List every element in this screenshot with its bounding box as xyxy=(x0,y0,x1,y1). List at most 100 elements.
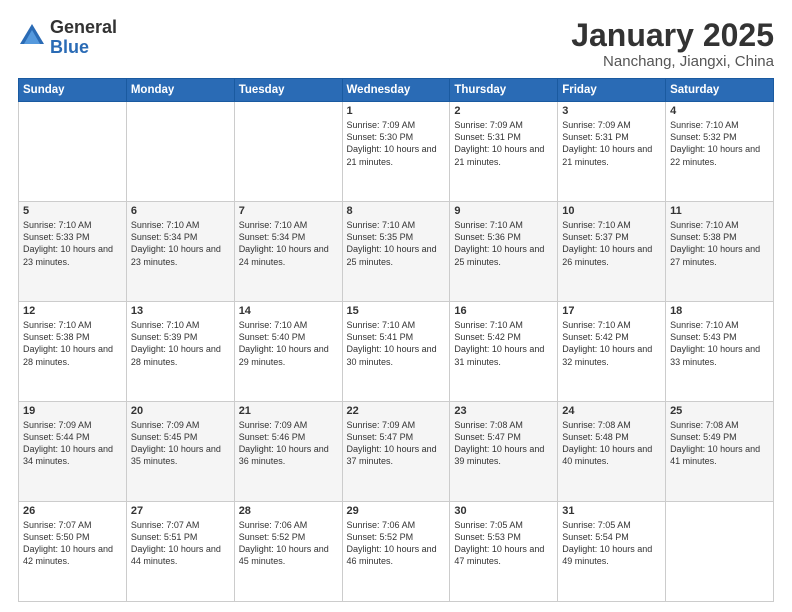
day-cell: 5Sunrise: 7:10 AM Sunset: 5:33 PM Daylig… xyxy=(19,202,127,302)
day-cell: 3 Sunrise: 7:09 AM Sunset: 5:31 PM Daylig… xyxy=(558,102,666,202)
day-cell: 9 Sunrise: 7:10 AM Sunset: 5:36 PM Daylig… xyxy=(450,202,558,302)
day-detail: Sunrise: 7:10 AM Sunset: 5:34 PM Dayligh… xyxy=(239,219,338,268)
logo-general: General xyxy=(50,18,117,38)
day-cell: 1Sunrise: 7:09 AM Sunset: 5:30 PM Daylig… xyxy=(342,102,450,202)
day-cell: 19 Sunrise: 7:09 AM Sunset: 5:44 PM Dayli… xyxy=(19,402,127,502)
day-number: 6 xyxy=(131,205,230,217)
day-cell: 23Sunrise: 7:08 AM Sunset: 5:47 PM Dayli… xyxy=(450,402,558,502)
day-number: 3 xyxy=(562,105,661,117)
th-thursday: Thursday xyxy=(450,79,558,102)
calendar-table: Sunday Monday Tuesday Wednesday Thursday… xyxy=(18,78,774,602)
day-detail: Sunrise: 7:10 AM Sunset: 5:34 PM Dayligh… xyxy=(131,219,230,268)
day-cell: 24 Sunrise: 7:08 AM Sunset: 5:48 PM Dayli… xyxy=(558,402,666,502)
day-number: 27 xyxy=(131,505,230,517)
th-monday: Monday xyxy=(126,79,234,102)
day-number: 4 xyxy=(670,105,769,117)
day-cell: 29Sunrise: 7:06 AM Sunset: 5:52 PM Dayli… xyxy=(342,502,450,602)
day-detail: Sunrise: 7:10 AM Sunset: 5:33 PM Dayligh… xyxy=(23,219,122,268)
day-cell: 27 Sunrise: 7:07 AM Sunset: 5:51 PM Dayli… xyxy=(126,502,234,602)
day-number: 31 xyxy=(562,505,661,517)
header-row: Sunday Monday Tuesday Wednesday Thursday… xyxy=(19,79,774,102)
day-number: 28 xyxy=(239,505,338,517)
day-number: 30 xyxy=(454,505,553,517)
day-number: 15 xyxy=(347,305,446,317)
day-detail: Sunrise: 7:08 AM Sunset: 5:48 PM Dayligh… xyxy=(562,419,661,468)
day-number: 24 xyxy=(562,405,661,417)
title-block: January 2025 Nanchang, Jiangxi, China xyxy=(571,18,774,70)
day-number: 11 xyxy=(670,205,769,217)
day-cell: 7 Sunrise: 7:10 AM Sunset: 5:34 PM Daylig… xyxy=(234,202,342,302)
day-cell xyxy=(19,102,127,202)
day-cell: 22Sunrise: 7:09 AM Sunset: 5:47 PM Dayli… xyxy=(342,402,450,502)
day-cell: 4 Sunrise: 7:10 AM Sunset: 5:32 PM Daylig… xyxy=(666,102,774,202)
calendar-page: General Blue January 2025 Nanchang, Jian… xyxy=(0,0,792,612)
day-number: 21 xyxy=(239,405,338,417)
day-number: 1 xyxy=(347,105,446,117)
day-detail: Sunrise: 7:09 AM Sunset: 5:31 PM Dayligh… xyxy=(454,119,553,168)
day-cell xyxy=(666,502,774,602)
day-number: 19 xyxy=(23,405,122,417)
day-number: 2 xyxy=(454,105,553,117)
day-number: 8 xyxy=(347,205,446,217)
day-detail: Sunrise: 7:10 AM Sunset: 5:36 PM Dayligh… xyxy=(454,219,553,268)
day-number: 14 xyxy=(239,305,338,317)
day-number: 12 xyxy=(23,305,122,317)
day-number: 26 xyxy=(23,505,122,517)
day-cell: 14 Sunrise: 7:10 AM Sunset: 5:40 PM Dayli… xyxy=(234,302,342,402)
day-detail: Sunrise: 7:10 AM Sunset: 5:43 PM Dayligh… xyxy=(670,319,769,368)
day-detail: Sunrise: 7:10 AM Sunset: 5:37 PM Dayligh… xyxy=(562,219,661,268)
day-cell: 2 Sunrise: 7:09 AM Sunset: 5:31 PM Daylig… xyxy=(450,102,558,202)
day-detail: Sunrise: 7:10 AM Sunset: 5:32 PM Dayligh… xyxy=(670,119,769,168)
day-number: 17 xyxy=(562,305,661,317)
day-cell xyxy=(234,102,342,202)
logo-text: General Blue xyxy=(50,18,117,58)
day-detail: Sunrise: 7:10 AM Sunset: 5:40 PM Dayligh… xyxy=(239,319,338,368)
day-number: 7 xyxy=(239,205,338,217)
day-detail: Sunrise: 7:06 AM Sunset: 5:52 PM Dayligh… xyxy=(347,519,446,568)
th-sunday: Sunday xyxy=(19,79,127,102)
day-cell: 31Sunrise: 7:05 AM Sunset: 5:54 PM Dayli… xyxy=(558,502,666,602)
day-cell: 21 Sunrise: 7:09 AM Sunset: 5:46 PM Dayli… xyxy=(234,402,342,502)
day-cell: 26Sunrise: 7:07 AM Sunset: 5:50 PM Dayli… xyxy=(19,502,127,602)
day-number: 16 xyxy=(454,305,553,317)
day-cell: 15 Sunrise: 7:10 AM Sunset: 5:41 PM Dayli… xyxy=(342,302,450,402)
day-number: 20 xyxy=(131,405,230,417)
day-cell xyxy=(126,102,234,202)
day-number: 18 xyxy=(670,305,769,317)
day-cell: 28 Sunrise: 7:06 AM Sunset: 5:52 PM Dayli… xyxy=(234,502,342,602)
calendar-subtitle: Nanchang, Jiangxi, China xyxy=(571,53,774,70)
th-tuesday: Tuesday xyxy=(234,79,342,102)
header: General Blue January 2025 Nanchang, Jian… xyxy=(18,18,774,70)
day-cell: 6 Sunrise: 7:10 AM Sunset: 5:34 PM Daylig… xyxy=(126,202,234,302)
day-detail: Sunrise: 7:06 AM Sunset: 5:52 PM Dayligh… xyxy=(239,519,338,568)
day-cell: 18 Sunrise: 7:10 AM Sunset: 5:43 PM Dayli… xyxy=(666,302,774,402)
th-saturday: Saturday xyxy=(666,79,774,102)
logo: General Blue xyxy=(18,18,117,58)
day-detail: Sunrise: 7:08 AM Sunset: 5:49 PM Dayligh… xyxy=(670,419,769,468)
week-row-5: 26Sunrise: 7:07 AM Sunset: 5:50 PM Dayli… xyxy=(19,502,774,602)
day-detail: Sunrise: 7:10 AM Sunset: 5:41 PM Dayligh… xyxy=(347,319,446,368)
day-number: 13 xyxy=(131,305,230,317)
day-detail: Sunrise: 7:09 AM Sunset: 5:46 PM Dayligh… xyxy=(239,419,338,468)
th-friday: Friday xyxy=(558,79,666,102)
logo-blue: Blue xyxy=(50,38,117,58)
day-detail: Sunrise: 7:10 AM Sunset: 5:38 PM Dayligh… xyxy=(670,219,769,268)
logo-icon xyxy=(18,22,46,50)
day-number: 22 xyxy=(347,405,446,417)
day-detail: Sunrise: 7:05 AM Sunset: 5:53 PM Dayligh… xyxy=(454,519,553,568)
day-cell: 10Sunrise: 7:10 AM Sunset: 5:37 PM Dayli… xyxy=(558,202,666,302)
day-cell: 16 Sunrise: 7:10 AM Sunset: 5:42 PM Dayli… xyxy=(450,302,558,402)
day-detail: Sunrise: 7:10 AM Sunset: 5:35 PM Dayligh… xyxy=(347,219,446,268)
day-cell: 25Sunrise: 7:08 AM Sunset: 5:49 PM Dayli… xyxy=(666,402,774,502)
day-detail: Sunrise: 7:09 AM Sunset: 5:44 PM Dayligh… xyxy=(23,419,122,468)
day-cell: 20 Sunrise: 7:09 AM Sunset: 5:45 PM Dayli… xyxy=(126,402,234,502)
day-number: 9 xyxy=(454,205,553,217)
day-cell: 12 Sunrise: 7:10 AM Sunset: 5:38 PM Dayli… xyxy=(19,302,127,402)
day-detail: Sunrise: 7:07 AM Sunset: 5:51 PM Dayligh… xyxy=(131,519,230,568)
day-detail: Sunrise: 7:09 AM Sunset: 5:31 PM Dayligh… xyxy=(562,119,661,168)
day-detail: Sunrise: 7:09 AM Sunset: 5:45 PM Dayligh… xyxy=(131,419,230,468)
day-detail: Sunrise: 7:10 AM Sunset: 5:38 PM Dayligh… xyxy=(23,319,122,368)
day-detail: Sunrise: 7:10 AM Sunset: 5:42 PM Dayligh… xyxy=(454,319,553,368)
day-cell: 17Sunrise: 7:10 AM Sunset: 5:42 PM Dayli… xyxy=(558,302,666,402)
day-cell: 30 Sunrise: 7:05 AM Sunset: 5:53 PM Dayli… xyxy=(450,502,558,602)
